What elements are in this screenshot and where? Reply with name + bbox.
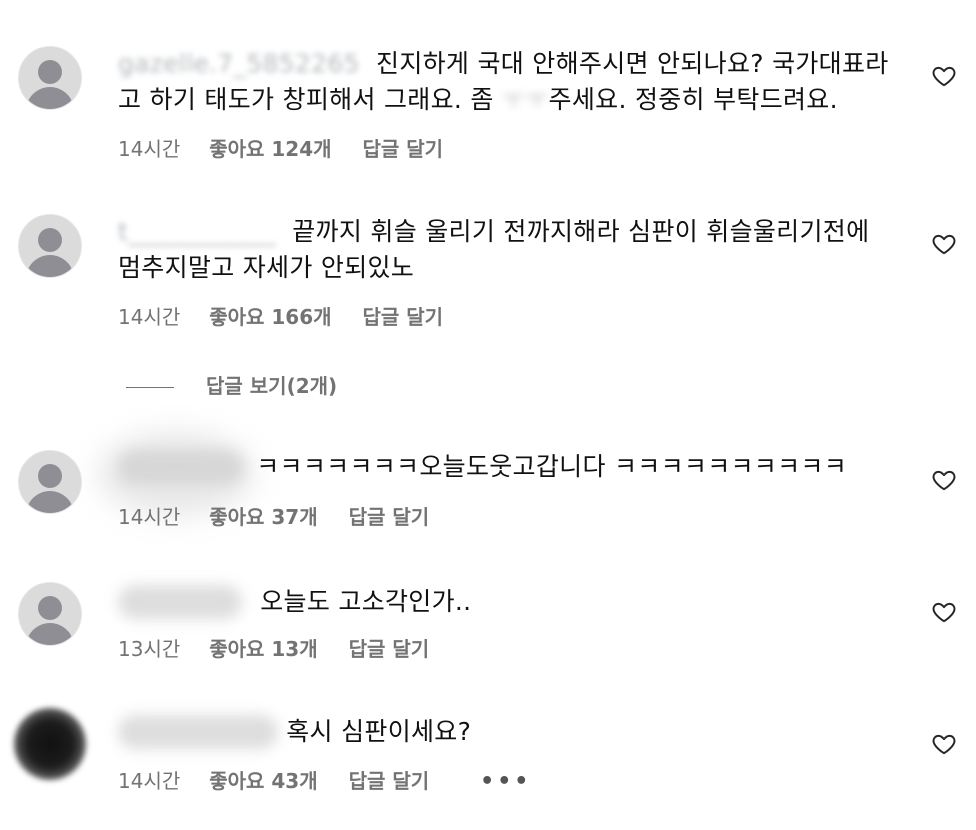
avatar[interactable] xyxy=(14,708,86,780)
comment-text-line: 고 하기 태도가 창피해서 그래요. 좀 ㅜㅜ주세요. 정중히 부탁드려요. xyxy=(118,83,838,117)
reply-button[interactable]: 답글 달기 xyxy=(349,767,430,795)
masked-text: ㅜㅜ xyxy=(501,85,549,114)
heart-icon[interactable] xyxy=(931,467,957,493)
comment-meta: 14시간 좋아요 37개 답글 달기 xyxy=(118,503,429,531)
divider xyxy=(126,387,174,388)
likes-count[interactable]: 좋아요 166개 xyxy=(209,303,331,331)
comment-meta: 14시간 좋아요 124개 답글 달기 xyxy=(118,135,443,163)
avatar-body-icon xyxy=(26,87,74,109)
comment-text: 혹시 심판이세요? xyxy=(286,717,472,746)
comment-text-line: 멈추지말고 자세가 안되있노 xyxy=(118,251,414,285)
username[interactable] xyxy=(118,715,278,749)
username[interactable] xyxy=(118,585,242,619)
comment-text: 끝까지 휘슬 울리기 전까지해라 심판이 휘슬울리기전에 xyxy=(292,217,870,246)
comment-text-line: 오늘도 고소각인가.. xyxy=(118,585,471,619)
comment-text: ㅋㅋㅋㅋㅋㅋㅋ오늘도웃고갑니다 ㅋㅋㅋㅋㅋㅋㅋㅋㅋㅋ xyxy=(256,452,847,481)
comment-text-line: ㅋㅋㅋㅋㅋㅋㅋ오늘도웃고갑니다 ㅋㅋㅋㅋㅋㅋㅋㅋㅋㅋ xyxy=(118,450,847,484)
reply-button[interactable]: 답글 달기 xyxy=(349,635,430,663)
more-options-icon[interactable]: ••• xyxy=(480,768,531,796)
avatar-body-icon xyxy=(26,491,74,513)
comment-text-line: t_______________ 끝까지 휘슬 울리기 전까지해라 심판이 휘슬… xyxy=(118,215,869,249)
heart-icon[interactable] xyxy=(931,731,957,757)
timestamp: 14시간 xyxy=(118,305,181,329)
username[interactable] xyxy=(118,450,244,484)
comment-meta: 14시간 좋아요 166개 답글 달기 xyxy=(118,303,443,331)
heart-icon[interactable] xyxy=(931,231,957,257)
comment-text-line: 혹시 심판이세요? xyxy=(118,715,471,749)
heart-icon[interactable] xyxy=(931,599,957,625)
avatar[interactable] xyxy=(18,214,82,278)
comment-text: 주세요. 정중히 부탁드려요. xyxy=(548,85,838,114)
view-replies-button[interactable]: 답글 보기(2개) xyxy=(126,372,337,400)
timestamp: 14시간 xyxy=(118,505,181,529)
avatar[interactable] xyxy=(18,450,82,514)
likes-count[interactable]: 좋아요 37개 xyxy=(209,503,317,531)
avatar-head-icon xyxy=(38,60,62,84)
heart-icon[interactable] xyxy=(931,63,957,89)
comment-text: 멈추지말고 자세가 안되있노 xyxy=(118,253,415,282)
comment-text: 고 하기 태도가 창피해서 그래요. 좀 xyxy=(118,85,502,114)
avatar[interactable] xyxy=(18,46,82,110)
username[interactable]: gazelle.7_5852265 xyxy=(118,47,360,81)
view-replies-label: 답글 보기(2개) xyxy=(206,374,338,398)
comment-list: gazelle.7_5852265 진지하게 국대 안해주시면 안되나요? 국가… xyxy=(0,0,976,830)
comment-text: 진지하게 국대 안해주시면 안되나요? 국가대표라 xyxy=(376,49,889,78)
likes-count[interactable]: 좋아요 124개 xyxy=(209,135,331,163)
avatar-body-icon xyxy=(26,255,74,277)
avatar-body-icon xyxy=(26,623,74,645)
comment-text: 오늘도 고소각인가.. xyxy=(260,587,472,616)
comment-text-line: gazelle.7_5852265 진지하게 국대 안해주시면 안되나요? 국가… xyxy=(118,47,889,81)
reply-button[interactable]: 답글 달기 xyxy=(363,135,444,163)
likes-count[interactable]: 좋아요 13개 xyxy=(209,635,317,663)
avatar-head-icon xyxy=(38,464,62,488)
likes-count[interactable]: 좋아요 43개 xyxy=(209,767,317,795)
comment-meta: 14시간 좋아요 43개 답글 달기 ••• xyxy=(118,767,531,796)
reply-button[interactable]: 답글 달기 xyxy=(349,503,430,531)
timestamp: 14시간 xyxy=(118,769,181,793)
timestamp: 13시간 xyxy=(118,637,181,661)
reply-button[interactable]: 답글 달기 xyxy=(363,303,444,331)
avatar[interactable] xyxy=(18,582,82,646)
avatar-head-icon xyxy=(38,596,62,620)
avatar-head-icon xyxy=(38,228,62,252)
comment-meta: 13시간 좋아요 13개 답글 달기 xyxy=(118,635,429,663)
username[interactable]: t_______________ xyxy=(118,215,276,249)
timestamp: 14시간 xyxy=(118,137,181,161)
